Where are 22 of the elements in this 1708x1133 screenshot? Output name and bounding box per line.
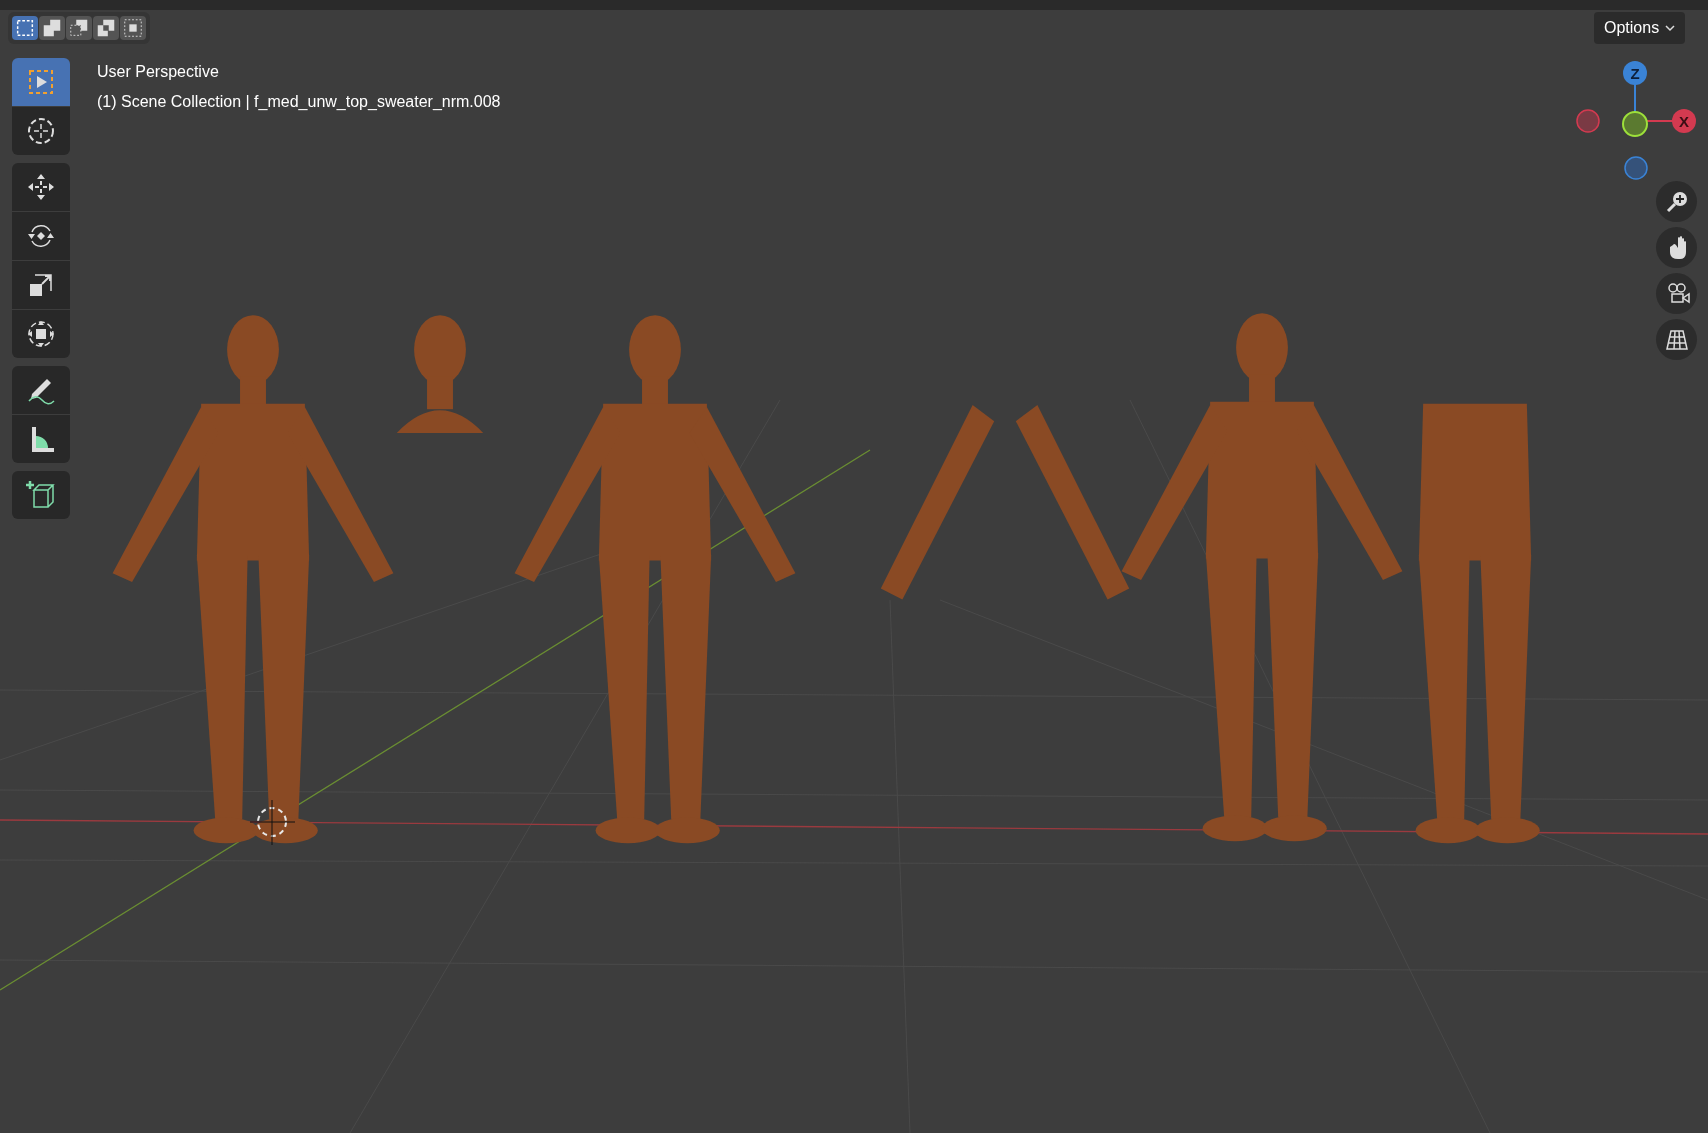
tool-button[interactable]	[12, 366, 70, 414]
view-context: (1) Scene Collection | f_med_unw_top_sweater_nrm.008	[97, 92, 501, 112]
tool-button[interactable]	[12, 261, 70, 309]
tool-button[interactable]	[12, 163, 70, 211]
tool-button[interactable]	[12, 471, 70, 519]
options-button[interactable]: Options	[1594, 12, 1686, 44]
chevron-down-icon	[1665, 24, 1676, 32]
viewport-nav-button[interactable]	[1656, 227, 1697, 268]
selection-mode-button[interactable]	[39, 16, 65, 40]
tool-button[interactable]	[12, 107, 70, 155]
3d-cursor-icon	[249, 799, 296, 846]
tool-button[interactable]	[12, 415, 70, 463]
selection-mode-button[interactable]	[66, 16, 92, 40]
viewport-nav-button[interactable]	[1656, 181, 1697, 222]
viewport-nav-button[interactable]	[1656, 319, 1697, 360]
viewport-nav-button[interactable]	[1656, 273, 1697, 314]
selection-mode-button[interactable]	[12, 16, 38, 40]
tool-button[interactable]	[12, 212, 70, 260]
tool-button[interactable]	[12, 310, 70, 358]
view-title: User Perspective	[97, 62, 220, 82]
selection-mode-button[interactable]	[120, 16, 146, 40]
selection-mode-button[interactable]	[93, 16, 119, 40]
